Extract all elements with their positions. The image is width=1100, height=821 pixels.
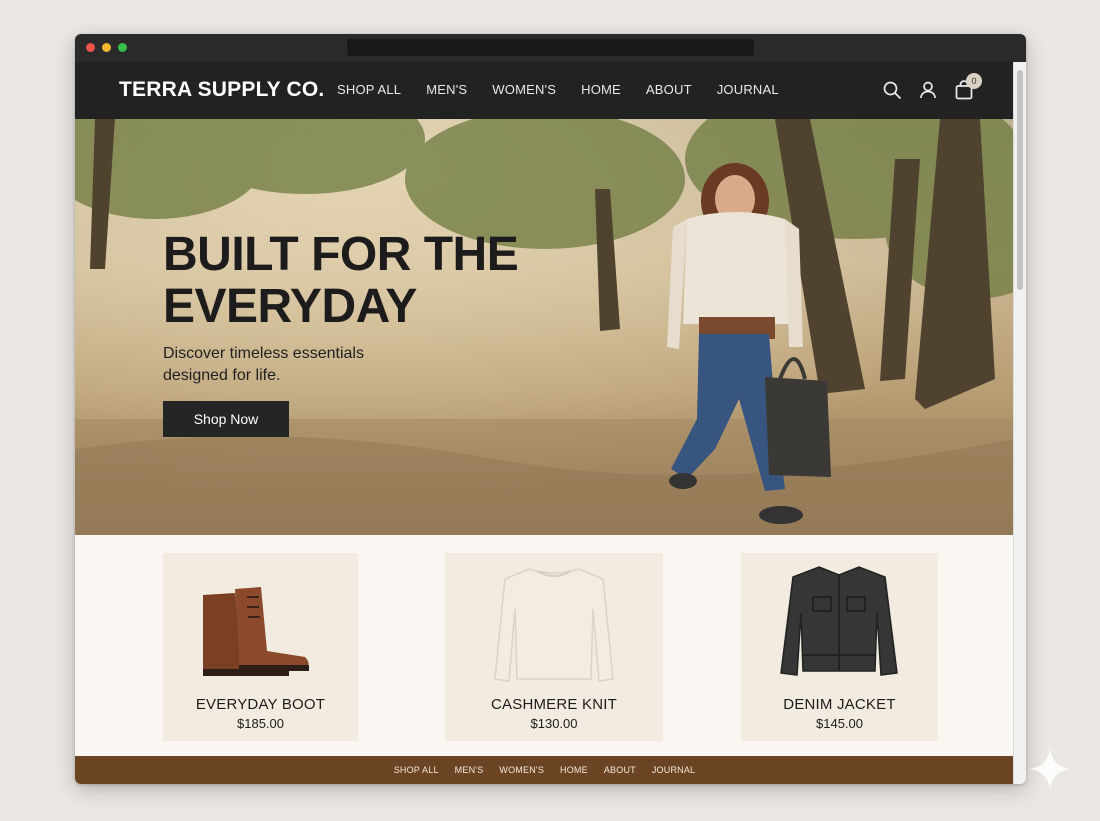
product-card-everyday-boot[interactable]: EVERYDAY BOOT $185.00 xyxy=(163,553,358,741)
browser-titlebar xyxy=(75,34,1026,62)
hero-banner: BUILT FOR THE EVERYDAY Discover timeless… xyxy=(75,119,1014,535)
cart-count-badge: 0 xyxy=(966,73,982,89)
user-icon[interactable] xyxy=(917,79,939,101)
product-card-cashmere-knit[interactable]: CASHMERE KNIT $130.00 xyxy=(445,553,663,741)
featured-products: EVERYDAY BOOT $185.00 CASHMERE KNIT $130… xyxy=(75,535,1014,756)
product-name: CASHMERE KNIT xyxy=(491,696,617,713)
product-price: $185.00 xyxy=(237,716,284,731)
shopping-bag-icon[interactable]: 0 xyxy=(953,73,982,101)
address-bar[interactable] xyxy=(347,39,754,56)
sweater-image xyxy=(494,568,614,682)
nav-journal[interactable]: JOURNAL xyxy=(717,82,779,97)
product-name: DENIM JACKET xyxy=(783,696,896,713)
footer-link-journal[interactable]: JOURNAL xyxy=(652,765,695,775)
nav-shop-all[interactable]: SHOP ALL xyxy=(337,82,401,97)
main-nav: SHOP ALL MEN'S WOMEN'S HOME ABOUT JOURNA… xyxy=(337,82,804,97)
product-price: $130.00 xyxy=(530,716,578,731)
hero-subtitle: Discover timeless essentials designed fo… xyxy=(163,343,423,387)
hero-title-line2: EVERYDAY xyxy=(163,280,417,333)
scrollbar-thumb[interactable] xyxy=(1017,70,1023,290)
site-header: TERRA SUPPLY CO. SHOP ALL MEN'S WOMEN'S … xyxy=(75,62,1014,119)
nav-about[interactable]: ABOUT xyxy=(646,82,692,97)
boot-image xyxy=(203,587,309,676)
browser-window: TERRA SUPPLY CO. SHOP ALL MEN'S WOMEN'S … xyxy=(75,34,1026,784)
footer-link-womens[interactable]: WOMEN'S xyxy=(499,765,544,775)
sparkle-icon xyxy=(1029,748,1071,790)
product-price: $145.00 xyxy=(816,716,863,731)
web-page: TERRA SUPPLY CO. SHOP ALL MEN'S WOMEN'S … xyxy=(75,62,1014,784)
nav-womens[interactable]: WOMEN'S xyxy=(492,82,556,97)
maximize-window-button[interactable] xyxy=(118,43,127,52)
hero-subtitle-line1: Discover timeless essentials xyxy=(163,345,364,362)
search-icon[interactable] xyxy=(881,79,903,101)
hero-subtitle-line2: designed for life. xyxy=(163,367,281,384)
shop-now-button[interactable]: Shop Now xyxy=(163,401,289,437)
minimize-window-button[interactable] xyxy=(102,43,111,52)
nav-home[interactable]: HOME xyxy=(581,82,621,97)
footer-nav-bar: SHOP ALL MEN'S WOMEN'S HOME ABOUT JOURNA… xyxy=(75,756,1014,784)
page-scrollbar[interactable] xyxy=(1013,62,1026,784)
footer-link-about[interactable]: ABOUT xyxy=(604,765,636,775)
footer-link-home[interactable]: HOME xyxy=(560,765,588,775)
nav-mens[interactable]: MEN'S xyxy=(426,82,467,97)
site-logo[interactable]: TERRA SUPPLY CO. xyxy=(119,78,324,102)
product-card-denim-jacket[interactable]: DENIM JACKET $145.00 xyxy=(741,553,938,741)
footer-link-mens[interactable]: MEN'S xyxy=(455,765,484,775)
product-name: EVERYDAY BOOT xyxy=(195,696,326,713)
footer-nav: SHOP ALL MEN'S WOMEN'S HOME ABOUT JOURNA… xyxy=(386,765,704,775)
hero-title: BUILT FOR THE EVERYDAY xyxy=(163,229,583,333)
jacket-image xyxy=(780,566,898,676)
hero-title-line1: BUILT FOR THE xyxy=(163,228,519,281)
footer-link-shop-all[interactable]: SHOP ALL xyxy=(394,765,439,775)
close-window-button[interactable] xyxy=(86,43,95,52)
